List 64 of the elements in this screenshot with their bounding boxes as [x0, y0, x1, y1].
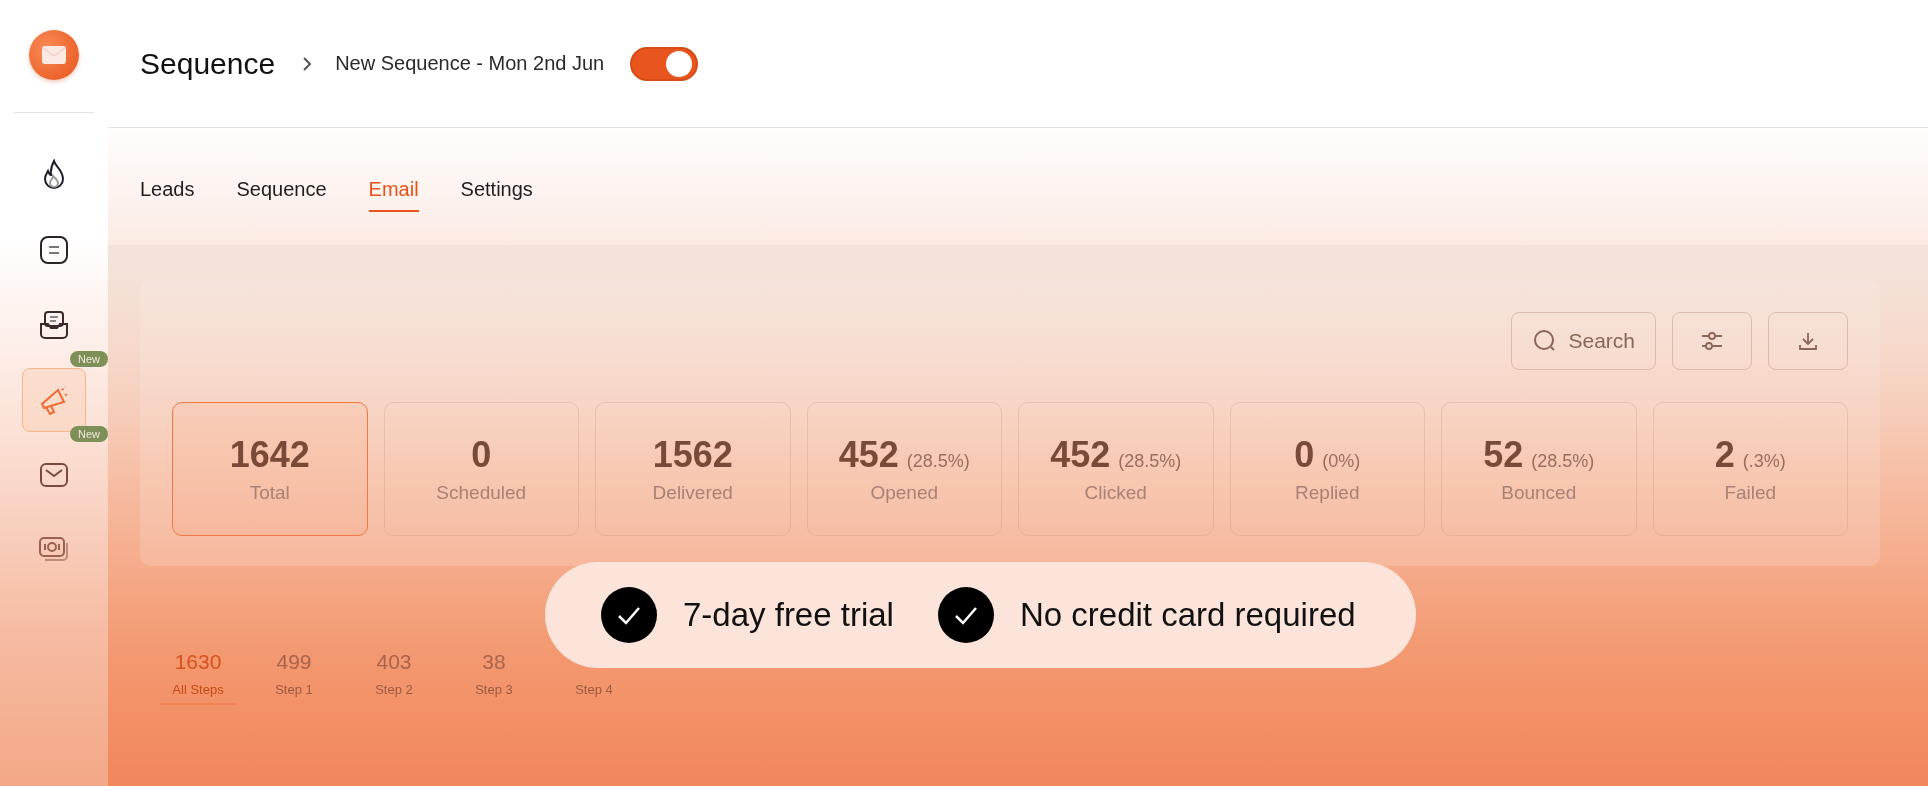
stat-label: Failed: [1724, 482, 1777, 504]
toggle-switch[interactable]: [630, 46, 699, 81]
stat-card[interactable]: 2 (.3%) Failed: [1652, 402, 1848, 536]
stat-value: 0: [471, 434, 492, 476]
stat-value: 0: [1294, 434, 1315, 476]
tab[interactable]: Sequence: [236, 178, 327, 212]
stat-card[interactable]: 52 (28.5%) Bounced: [1441, 402, 1637, 536]
step-label: Step 2: [375, 682, 413, 697]
stat-value: 452: [1050, 434, 1111, 476]
cash-icon: [38, 536, 70, 564]
step-label: All Steps: [172, 682, 224, 697]
page-title: Sequence: [140, 46, 276, 81]
envelope-icon: [42, 46, 66, 64]
stat-value: 1642: [229, 434, 310, 476]
stat-percent: (28.5%): [1531, 451, 1595, 472]
check-circle-icon: [937, 587, 994, 643]
stat-percent: (0%): [1322, 451, 1361, 472]
stat-card[interactable]: 0 Scheduled: [383, 402, 579, 536]
stat-label: Replied: [1295, 482, 1360, 504]
stat-card[interactable]: 1642 Total: [172, 402, 368, 536]
stat-value: 2: [1714, 434, 1735, 476]
stat-card[interactable]: 452 (28.5%) Opened: [806, 402, 1002, 536]
promo-text: No credit card required: [1019, 596, 1356, 634]
stat-label: Scheduled: [436, 482, 527, 504]
new-badge: New: [70, 351, 108, 367]
stat-percent: (.3%): [1742, 451, 1786, 472]
filter-button[interactable]: [1672, 312, 1752, 370]
step-count: 1630: [174, 650, 222, 675]
stat-card[interactable]: 452 (28.5%) Clicked: [1018, 402, 1214, 536]
envelope-icon: [39, 462, 69, 488]
chevron-right-icon: [301, 54, 314, 73]
breadcrumb-link[interactable]: New Sequence - Mon 2nd Jun: [335, 52, 605, 75]
stat-label: Total: [249, 482, 290, 504]
tab[interactable]: Email: [368, 178, 419, 212]
step-label: Step 4: [575, 682, 613, 697]
search-button[interactable]: Search: [1511, 312, 1656, 370]
step-count: 403: [376, 650, 412, 675]
inbox-icon: [39, 310, 69, 340]
step-count: 499: [276, 650, 312, 675]
stat-value: 52: [1483, 434, 1524, 476]
download-icon: [1797, 330, 1819, 352]
step-count: 38: [482, 650, 506, 675]
download-button[interactable]: [1768, 312, 1848, 370]
new-badge: New: [70, 426, 108, 442]
stat-percent: (28.5%): [1118, 451, 1182, 472]
megaphone-icon: [38, 384, 70, 416]
stat-label: Delivered: [652, 482, 733, 504]
stat-label: Bounced: [1501, 482, 1577, 504]
stat-card[interactable]: 1562 Delivered: [595, 402, 791, 536]
tab[interactable]: Settings: [460, 178, 533, 212]
stat-label: Clicked: [1084, 482, 1147, 504]
step-label: Step 3: [475, 682, 513, 697]
stat-percent: (28.5%): [906, 451, 970, 472]
app-logo[interactable]: [29, 30, 79, 80]
stat-value: 1562: [652, 434, 733, 476]
sliders-icon: [1699, 330, 1725, 352]
list-icon: [39, 235, 69, 265]
tab[interactable]: Leads: [140, 178, 195, 212]
check-circle-icon: [601, 587, 657, 643]
stat-value: 452: [838, 434, 899, 476]
stat-card[interactable]: 0 (0%) Replied: [1229, 402, 1425, 536]
step-label: Step 1: [275, 682, 313, 697]
stat-label: Opened: [870, 482, 939, 504]
promo-text: 7-day free trial: [683, 596, 894, 634]
